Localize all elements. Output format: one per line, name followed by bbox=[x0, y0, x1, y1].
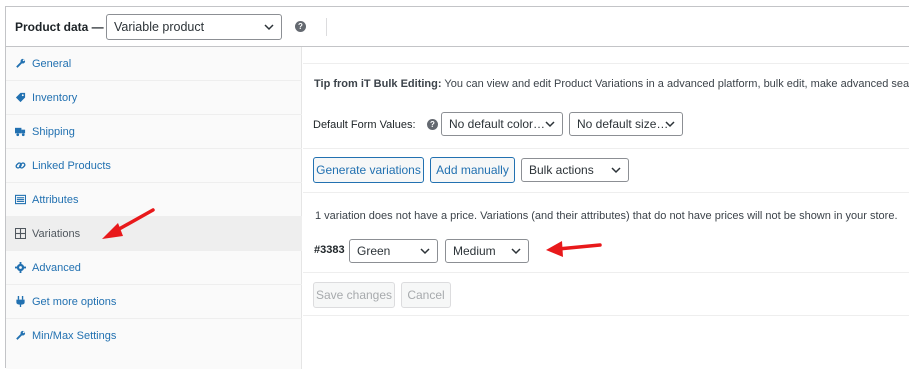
plugin-icon bbox=[16, 296, 25, 307]
variation-color-value: Green bbox=[357, 244, 391, 258]
gear-icon bbox=[15, 262, 26, 273]
header-divider bbox=[326, 18, 327, 36]
variations-panel: Tip from iT Bulk Editing: You can view a… bbox=[303, 47, 909, 369]
tab-advanced[interactable]: Advanced bbox=[6, 251, 302, 285]
tab-linked-products[interactable]: Linked Products bbox=[6, 149, 302, 183]
question-icon[interactable]: ? bbox=[427, 119, 438, 130]
default-color-select[interactable]: No default color… bbox=[441, 112, 563, 136]
tab-label: Variations bbox=[32, 228, 81, 240]
annotation-arrow-icon bbox=[546, 241, 602, 257]
divider bbox=[303, 315, 909, 316]
tab-label: Inventory bbox=[32, 92, 78, 104]
annotation-arrow-icon bbox=[102, 208, 155, 239]
tab-label: Get more options bbox=[32, 296, 117, 308]
default-size-select[interactable]: No default size… bbox=[569, 112, 683, 136]
grid-icon bbox=[15, 228, 26, 239]
tab-label: Min/Max Settings bbox=[32, 330, 117, 342]
chevron-down-icon bbox=[264, 24, 274, 31]
wrench-icon bbox=[16, 330, 26, 340]
variation-color-select[interactable]: Green bbox=[349, 239, 438, 263]
default-size-value: No default size… bbox=[577, 117, 669, 131]
default-color-value: No default color… bbox=[449, 117, 546, 131]
product-type-select[interactable]: Variable product bbox=[106, 14, 282, 40]
tab-general[interactable]: General bbox=[6, 47, 302, 81]
variation-size-value: Medium bbox=[453, 244, 496, 258]
tab-label: Linked Products bbox=[32, 160, 111, 172]
tab-label: General bbox=[32, 58, 72, 70]
product-data-box: Product data — Variable product ? Genera… bbox=[5, 6, 909, 369]
chevron-down-icon bbox=[511, 248, 521, 255]
bulk-actions-select[interactable]: Bulk actions bbox=[521, 158, 629, 182]
truck-icon bbox=[15, 127, 26, 137]
default-form-values-label: Default Form Values: bbox=[313, 119, 416, 131]
variation-size-select[interactable]: Medium bbox=[445, 239, 529, 263]
wrench-icon bbox=[16, 58, 26, 68]
tab-min-max-settings[interactable]: Min/Max Settings bbox=[6, 319, 302, 353]
tab-inventory[interactable]: Inventory bbox=[6, 81, 302, 115]
product-data-title: Product data — bbox=[15, 20, 104, 34]
cancel-button[interactable]: Cancel bbox=[401, 282, 451, 308]
question-icon[interactable]: ? bbox=[295, 21, 306, 32]
save-changes-button[interactable]: Save changes bbox=[313, 282, 395, 308]
tip-body: You can view and edit Product Variations… bbox=[441, 78, 909, 90]
bulk-actions-value: Bulk actions bbox=[529, 163, 594, 177]
chevron-down-icon bbox=[545, 121, 555, 128]
chevron-down-icon bbox=[611, 167, 621, 174]
price-notice: 1 variation does not have a price. Varia… bbox=[315, 210, 898, 222]
tip-title: Tip from iT Bulk Editing: bbox=[314, 78, 442, 90]
divider bbox=[303, 272, 909, 273]
chevron-down-icon bbox=[420, 248, 430, 255]
tag-icon bbox=[15, 92, 26, 103]
tip-text: Tip from iT Bulk Editing: You can view a… bbox=[314, 78, 909, 90]
link-icon bbox=[15, 162, 26, 169]
add-manually-button[interactable]: Add manually bbox=[430, 157, 515, 183]
bulk-edit-tip: Tip from iT Bulk Editing: You can view a… bbox=[303, 63, 909, 107]
divider bbox=[303, 192, 909, 193]
product-data-header: Product data — Variable product ? bbox=[6, 7, 909, 47]
tab-label: Attributes bbox=[32, 194, 79, 206]
list-icon bbox=[15, 194, 26, 205]
divider bbox=[303, 148, 909, 149]
chevron-down-icon bbox=[665, 121, 675, 128]
generate-variations-button[interactable]: Generate variations bbox=[313, 157, 424, 183]
tab-label: Shipping bbox=[32, 126, 75, 138]
variation-id: #3383 bbox=[314, 244, 345, 256]
product-type-value: Variable product bbox=[114, 20, 205, 34]
tab-label: Advanced bbox=[32, 262, 81, 274]
tab-shipping[interactable]: Shipping bbox=[6, 115, 302, 149]
tab-get-more-options[interactable]: Get more options bbox=[6, 285, 302, 319]
